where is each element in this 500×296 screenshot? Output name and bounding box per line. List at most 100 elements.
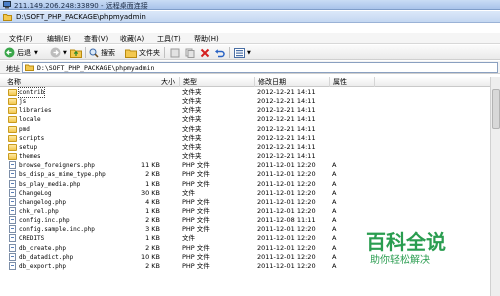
file-row[interactable]: chk_rel.php 1 KB PHP 文件 2011-12-01 12:20 A — [0, 206, 490, 216]
watermark-subtitle: 助你轻松解决 — [370, 255, 430, 266]
file-size: 30 KB — [140, 188, 160, 197]
file-attributes: A — [332, 252, 337, 261]
file-type: PHP 文件 — [182, 243, 210, 252]
search-icon — [89, 48, 99, 58]
file-modified: 2012-12-21 14:11 — [257, 124, 316, 133]
views-button[interactable]: ▼ — [234, 47, 251, 58]
file-row[interactable]: changelog.php 4 KB PHP 文件 2011-12-01 12:20 A — [0, 197, 490, 207]
file-name: browse_foreigners.php — [19, 162, 95, 170]
file-type: PHP 文件 — [182, 197, 210, 206]
up-folder-button[interactable] — [70, 47, 82, 58]
file-icon — [9, 197, 16, 206]
menu-edit[interactable]: 编辑(E) — [47, 34, 71, 44]
file-type: PHP 文件 — [182, 170, 210, 179]
column-header: 名称 大小 类型 修改日期 属性 — [0, 77, 500, 87]
folders-button[interactable]: 文件夹 — [125, 47, 160, 58]
address-value: D:\SOFT_PHP_PACKAGE\phpmyadmin — [37, 64, 155, 72]
file-name: scripts — [19, 134, 45, 142]
file-name: contrib — [17, 87, 46, 98]
column-attributes[interactable]: 属性 — [330, 77, 375, 87]
file-name: libraries — [19, 107, 52, 115]
column-size[interactable]: 大小 — [120, 77, 180, 87]
undo-button[interactable] — [214, 47, 225, 58]
file-modified: 2011-12-01 12:20 — [257, 197, 316, 206]
file-name: db_export.php — [19, 262, 66, 270]
folder-row[interactable]: contrib 文件夹 2012-12-21 14:11 — [0, 87, 490, 98]
file-attributes: A — [332, 197, 337, 206]
toolbar: 后退 ▼ ▼ 搜索 文件夹 ▼ — [0, 45, 500, 60]
remote-desktop-title: 211.149.206.248:33890 - 远程桌面连接 — [14, 2, 148, 10]
folder-icon — [8, 143, 17, 151]
file-name: config.sample.inc.php — [19, 226, 95, 234]
folder-row[interactable]: js 文件夹 2012-12-21 14:11 — [0, 97, 490, 106]
delete-button[interactable] — [200, 47, 210, 58]
folder-icon — [8, 98, 17, 106]
file-type: PHP 文件 — [182, 216, 210, 225]
column-type[interactable]: 类型 — [180, 77, 255, 87]
move-to-button[interactable] — [170, 47, 180, 58]
file-modified: 2011-12-01 12:20 — [257, 179, 316, 188]
file-icon — [9, 252, 16, 261]
file-type: 文件 — [182, 234, 195, 243]
folder-row[interactable]: pmd 文件夹 2012-12-21 14:11 — [0, 125, 490, 134]
folder-icon — [8, 116, 17, 124]
menu-tools[interactable]: 工具(T) — [157, 34, 181, 44]
folder-row[interactable]: themes 文件夹 2012-12-21 14:11 — [0, 152, 490, 161]
menu-help[interactable]: 帮助(H) — [194, 34, 219, 44]
back-button[interactable]: 后退 ▼ — [4, 47, 38, 58]
file-size: 11 KB — [140, 161, 160, 170]
file-size: 2 KB — [145, 243, 160, 252]
folder-row[interactable]: scripts 文件夹 2012-12-21 14:11 — [0, 134, 490, 143]
copy-to-button[interactable] — [185, 47, 195, 58]
file-icon — [9, 234, 16, 243]
file-row[interactable]: browse_foreigners.php 11 KB PHP 文件 2011-12-… — [0, 161, 490, 170]
forward-button[interactable]: ▼ — [50, 47, 67, 58]
search-button[interactable]: 搜索 — [89, 47, 115, 58]
address-input[interactable]: D:\SOFT_PHP_PACKAGE\phpmyadmin — [22, 62, 498, 73]
views-dropdown-icon[interactable]: ▼ — [247, 50, 251, 56]
views-icon — [234, 47, 245, 58]
file-modified: 2012-12-21 14:11 — [257, 152, 316, 161]
file-type: 文件夹 — [182, 133, 202, 142]
file-row[interactable]: config.inc.php 2 KB PHP 文件 2011-12-08 11:11… — [0, 216, 490, 225]
delete-x-icon — [200, 48, 210, 57]
file-icon — [9, 179, 16, 188]
folder-icon — [8, 134, 17, 142]
column-modified[interactable]: 修改日期 — [255, 77, 330, 87]
menu-file[interactable]: 文件(F) — [9, 34, 33, 44]
file-name: config.inc.php — [19, 217, 70, 225]
file-modified: 2011-12-01 12:20 — [257, 206, 316, 215]
file-row[interactable]: bs_play_media.php 1 KB PHP 文件 2011-12-01 12… — [0, 179, 490, 189]
file-attributes: A — [332, 188, 337, 197]
file-row[interactable]: ChangeLog 30 KB 文件 2011-12-01 12:20 A — [0, 188, 490, 198]
scrollbar-thumb[interactable] — [492, 89, 500, 129]
watermark: 百科全说 助你轻松解决 — [356, 226, 496, 286]
folder-row[interactable]: setup 文件夹 2012-12-21 14:11 — [0, 143, 490, 152]
file-modified: 2012-12-21 14:11 — [257, 133, 316, 142]
file-row[interactable]: bs_disp_as_mime_type.php 2 KB PHP 文件 2011-1… — [0, 170, 490, 179]
file-modified: 2012-12-21 14:11 — [257, 97, 316, 106]
file-attributes: A — [332, 170, 337, 179]
file-attributes: A — [332, 243, 337, 252]
menu-view[interactable]: 查看(V) — [84, 34, 108, 44]
file-name: setup — [19, 143, 38, 151]
window-title: D:\SOFT_PHP_PACKAGE\phpmyadmin — [16, 13, 146, 21]
file-modified: 2011-12-01 12:20 — [257, 225, 316, 234]
back-dropdown-icon[interactable]: ▼ — [34, 50, 38, 56]
file-name: bs_play_media.php — [19, 180, 81, 188]
file-name: db_datadict.php — [19, 253, 74, 261]
file-name: chk_rel.php — [19, 207, 59, 215]
file-icon — [9, 216, 16, 225]
forward-dropdown-icon[interactable]: ▼ — [63, 50, 67, 56]
file-size: 10 KB — [140, 252, 160, 261]
folder-row[interactable]: libraries 文件夹 2012-12-21 14:11 — [0, 106, 490, 115]
menu-favorites[interactable]: 收藏(A) — [120, 34, 144, 44]
file-type: 文件 — [182, 188, 195, 197]
remote-desktop-icon — [3, 1, 11, 9]
file-size: 1 KB — [145, 206, 160, 215]
file-type: 文件夹 — [182, 124, 202, 133]
file-type: 文件夹 — [182, 88, 202, 96]
file-modified: 2012-12-21 14:11 — [257, 115, 316, 124]
folder-row[interactable]: locale 文件夹 2012-12-21 14:11 — [0, 115, 490, 124]
address-bar: 地址 D:\SOFT_PHP_PACKAGE\phpmyadmin — [0, 61, 500, 74]
